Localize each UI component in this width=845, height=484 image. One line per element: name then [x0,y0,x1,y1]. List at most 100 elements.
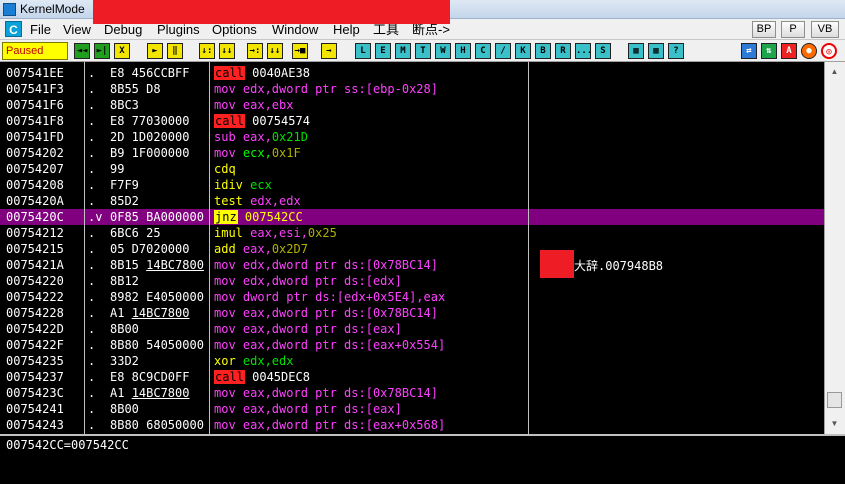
disasm-row[interactable]: 007541F6. 8BC3 mov eax,ebx [0,97,824,113]
patches-icon[interactable]: / [495,43,511,59]
disasm-row[interactable]: 00754241. 8B00 mov eax,dword ptr ds:[eax] [0,401,824,417]
stop-icon[interactable]: ● [801,43,817,59]
row-marker: . [88,306,96,320]
scroll-thumb[interactable] [827,392,842,408]
disasm-row[interactable]: 007541EE. E8 456CCBFF call 0040AE38 [0,65,824,81]
threads-icon[interactable]: T [415,43,431,59]
terminate-icon[interactable]: X [114,43,130,59]
row-marker: . [88,338,96,352]
menu-tools[interactable]: 工具 [373,22,399,37]
breakpoints-icon[interactable]: B [535,43,551,59]
run-icon[interactable]: ► [147,43,163,59]
row-instruction: mov eax,ebx [214,98,294,112]
cpu-icon[interactable]: C [5,21,22,37]
disasm-row[interactable]: 00754208. F7F9 idiv ecx [0,177,824,193]
execute-till-return-icon[interactable]: →■ [292,43,308,59]
disasm-row[interactable]: 00754215. 05 D7020000 add eax,0x2D7 [0,241,824,257]
memory-icon[interactable]: M [395,43,411,59]
disasm-row[interactable]: 00754237. E8 8C9CD0FF call 0045DEC8 [0,369,824,385]
source-icon[interactable]: S [595,43,611,59]
menu-debug[interactable]: Debug [104,22,142,37]
disasm-row[interactable]: 00754220. 8B12 mov edx,dword ptr ds:[edx] [0,273,824,289]
row-hex: 8B00 [110,322,139,336]
row-instruction: mov eax,dword ptr ds:[0x78BC14] [214,306,438,320]
disasm-row[interactable]: 00754228. A1 14BC7800 mov eax,dword ptr ds… [0,305,824,321]
row-hex: 2D 1D020000 [110,130,190,144]
target-icon[interactable]: ◎ [821,43,837,59]
references-icon[interactable]: R [555,43,571,59]
menu-breakpoints[interactable]: 断点-> [412,22,450,37]
row-marker: . [88,322,96,336]
row-instruction: mov eax,dword ptr ds:[eax+0x554] [214,338,446,352]
restart-icon[interactable]: ◄◄ [74,43,90,59]
row-marker: . [88,402,96,416]
column-separator [528,62,529,434]
handles-icon[interactable]: H [455,43,471,59]
updown-icon[interactable]: ⇅ [761,43,777,59]
row-hex: 8B80 54050000 [110,338,204,352]
grid-icon[interactable]: ▦ [628,43,644,59]
disasm-row[interactable]: 00754222. 8982 E4050000 mov dword ptr ds:[… [0,289,824,305]
goto-icon[interactable]: → [321,43,337,59]
menu-options[interactable]: Options [212,22,257,37]
menu-file[interactable]: File [30,22,51,37]
scroll-down-icon[interactable]: ▼ [827,416,842,431]
row-instruction: mov eax,dword ptr ds:[0x78BC14] [214,386,438,400]
row-hex: 0F85 BA000000 [110,210,204,224]
menu-view[interactable]: View [63,22,91,37]
toolbar: Paused ◄◄ ►| X ► ‖ ↓: ↓↓ →: ↓↓ →■ → L E … [0,40,845,62]
refresh-icon[interactable]: ⇄ [741,43,757,59]
modules-icon[interactable]: E [375,43,391,59]
disasm-row[interactable]: 00754207. 99 cdq [0,161,824,177]
row-marker: . [88,194,96,208]
run-trace-icon[interactable]: ... [575,43,592,59]
pause-icon[interactable]: ‖ [167,43,183,59]
disasm-row[interactable]: 007541FD. 2D 1D020000 sub eax,0x21D [0,129,824,145]
disasm-row[interactable]: 00754243. 8B80 68050000 mov eax,dword ptr … [0,417,824,433]
question-icon[interactable]: ? [668,43,684,59]
call-stack-icon[interactable]: K [515,43,531,59]
close-program-icon[interactable]: ►| [94,43,110,59]
disasm-row[interactable]: 00754212. 6BC6 25 imul eax,esi,0x25 [0,225,824,241]
step-into-icon[interactable]: ↓: [199,43,215,59]
row-address: 00754228 [6,306,64,320]
disasm-row[interactable]: 0075423C. A1 14BC7800 mov eax,dword ptr ds… [0,385,824,401]
row-instruction: add eax,0x2D7 [214,242,308,256]
disasm-row[interactable]: 007541F8. E8 77030000 call 00754574 [0,113,824,129]
log-window-icon[interactable]: L [355,43,371,59]
disasm-row[interactable]: 00754202. B9 1F000000 mov ecx,0x1F [0,145,824,161]
row-instruction: imul eax,esi,0x25 [214,226,337,240]
disassembly-pane[interactable]: 007541EE. E8 456CCBFF call 0040AE38 007541F… [0,62,845,434]
windows-icon[interactable]: W [435,43,451,59]
menu-plugins[interactable]: Plugins [157,22,200,37]
trace-over-icon[interactable]: ↓↓ [267,43,283,59]
row-address: 00754235 [6,354,64,368]
disasm-row[interactable]: 0075420C .v 0F85 BA000000 jnz 007542CC [0,209,824,225]
disasm-row[interactable]: 007541F3. 8B55 D8 mov edx,dword ptr ss:[eb… [0,81,824,97]
disasm-row[interactable]: 0075420A. 85D2 test edx,edx [0,193,824,209]
row-instruction: mov ecx,0x1F [214,146,301,160]
row-instruction: mov eax,dword ptr ds:[eax+0x568] [214,418,446,432]
disasm-row[interactable]: 0075421A. 8B15 14BC7800 mov edx,dword ptr … [0,257,824,273]
trace-into-icon[interactable]: →: [247,43,263,59]
row-marker: . [88,178,96,192]
p-button[interactable]: P [781,21,805,38]
menu-help[interactable]: Help [333,22,360,37]
vertical-scrollbar[interactable]: ▲ ▼ [824,62,845,434]
a-icon[interactable]: A [781,43,797,59]
vb-button[interactable]: VB [811,21,839,38]
column-separator [209,62,210,434]
cpu-window-icon[interactable]: C [475,43,491,59]
row-hex: E8 8C9CD0FF [110,370,190,384]
row-marker: . [88,258,96,272]
bp-button[interactable]: BP [752,21,776,38]
step-over-icon[interactable]: ↓↓ [219,43,235,59]
row-marker: . [88,82,96,96]
disasm-row[interactable]: 00754235. 33D2 xor edx,edx [0,353,824,369]
row-address: 007541F8 [6,114,64,128]
scroll-up-icon[interactable]: ▲ [827,64,842,79]
menu-window[interactable]: Window [272,22,318,37]
grid2-icon[interactable]: ▦ [648,43,664,59]
disasm-row[interactable]: 0075422F. 8B80 54050000 mov eax,dword ptr … [0,337,824,353]
disasm-row[interactable]: 0075422D. 8B00 mov eax,dword ptr ds:[eax] [0,321,824,337]
